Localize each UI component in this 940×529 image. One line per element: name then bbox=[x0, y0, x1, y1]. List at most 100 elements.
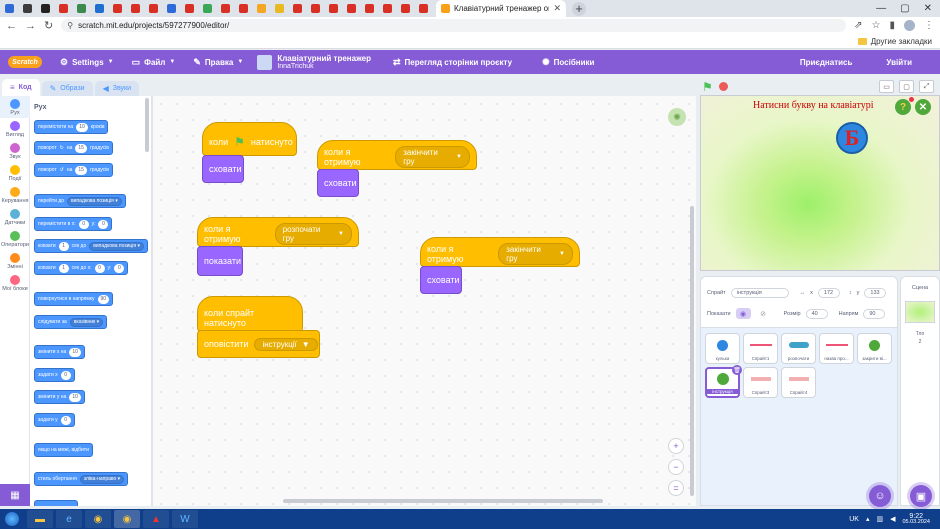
add-extension-button[interactable]: ▦ bbox=[0, 484, 30, 506]
block-input[interactable]: 1 bbox=[58, 241, 69, 251]
new-tab-button[interactable]: + bbox=[572, 1, 586, 16]
volume-icon[interactable]: ◀ bbox=[890, 515, 895, 523]
login-link[interactable]: Увійти bbox=[886, 58, 912, 67]
category-item[interactable]: Мої блоки bbox=[0, 272, 30, 294]
maximize-icon[interactable]: ▢ bbox=[900, 3, 909, 14]
stage-canvas[interactable]: Натисни букву на клавіатурі Б ? ✕ bbox=[700, 95, 940, 271]
browser-tab[interactable] bbox=[270, 0, 288, 17]
block-dropdown[interactable]: випадкова позиція ▾ bbox=[89, 241, 144, 251]
browser-tab[interactable] bbox=[342, 0, 360, 17]
point-direction-block[interactable]: повернутися в напрямку 90 bbox=[34, 292, 114, 306]
tab-code[interactable]: ≡ Код bbox=[2, 79, 40, 96]
file-menu[interactable]: ▭ Файл ▼ bbox=[132, 57, 176, 68]
block-input[interactable]: 15 bbox=[75, 165, 87, 175]
browser-tab[interactable] bbox=[360, 0, 378, 17]
turn-left-block[interactable]: поворот ↺ на 15 градусів bbox=[34, 163, 113, 177]
browser-menu-icon[interactable]: ⋮ bbox=[924, 20, 934, 31]
browser-tab[interactable] bbox=[162, 0, 180, 17]
rotation-style-block[interactable]: стиль обертання зліва-направо ▾ bbox=[34, 472, 129, 486]
browser-tab[interactable] bbox=[414, 0, 432, 17]
back-icon[interactable]: ← bbox=[6, 20, 17, 32]
project-page-button[interactable]: ⇄ Перегляд сторінки проєкту bbox=[393, 57, 512, 68]
block-input[interactable]: 15 bbox=[75, 143, 87, 153]
sprite-name-input[interactable]: інструкція bbox=[730, 288, 789, 298]
y-input[interactable]: 133 bbox=[864, 288, 887, 298]
palette-block-partial[interactable] bbox=[34, 500, 78, 506]
sprite-tile[interactable]: кулька bbox=[705, 333, 740, 364]
letter-ball-sprite[interactable]: Б bbox=[836, 122, 868, 154]
browser-tab[interactable] bbox=[18, 0, 36, 17]
block-dropdown[interactable]: вказівник ▾ bbox=[69, 317, 104, 327]
point-towards-block[interactable]: слідувати за вказівник ▾ bbox=[34, 315, 108, 329]
url-input[interactable]: ⚲ scratch.mit.edu/projects/597277900/edi… bbox=[61, 19, 847, 32]
browser-tab-active[interactable]: Клавіатурний тренажер on Scratch ✕ bbox=[436, 0, 566, 17]
glide-to-xy-block[interactable]: ковзати 1 сек до x: 0 y: 0 bbox=[34, 261, 129, 275]
browser-tab[interactable] bbox=[54, 0, 72, 17]
when-flag-clicked-hat[interactable]: коли ⚑ натиснуто bbox=[202, 122, 297, 156]
message-dropdown[interactable]: закінчити гру ▼ bbox=[498, 243, 573, 265]
green-flag-button[interactable]: ⚑ bbox=[702, 80, 713, 94]
clock[interactable]: 9:22 05.03.2024 bbox=[902, 513, 930, 526]
close-window-icon[interactable]: ✕ bbox=[924, 3, 932, 14]
profile-avatar[interactable] bbox=[904, 20, 915, 31]
block-input[interactable]: 0 bbox=[78, 219, 89, 229]
taskbar-pdf[interactable]: ▲ bbox=[143, 510, 169, 528]
delete-sprite-icon[interactable]: 🗑 bbox=[732, 365, 742, 375]
browser-tab[interactable] bbox=[126, 0, 144, 17]
when-receive-hat[interactable]: коли я отримую закінчити гру ▼ bbox=[317, 140, 477, 170]
bookmark-star-icon[interactable]: ☆ bbox=[872, 20, 881, 31]
when-sprite-clicked-hat[interactable]: коли спрайт натиснуто bbox=[197, 296, 303, 332]
block-input[interactable]: 90 bbox=[97, 294, 110, 304]
minimize-icon[interactable]: — bbox=[876, 3, 886, 14]
category-item[interactable]: Оператори bbox=[0, 228, 30, 250]
share-page-icon[interactable]: ⇗ bbox=[854, 20, 862, 31]
size-input[interactable]: 40 bbox=[805, 308, 828, 319]
block-dropdown[interactable]: зліва-направо ▾ bbox=[79, 474, 125, 484]
tutorials-button[interactable]: ✺ Посібники bbox=[542, 57, 594, 68]
browser-tab[interactable] bbox=[378, 0, 396, 17]
browser-tab[interactable] bbox=[144, 0, 162, 17]
sprite-tile[interactable]: інструкція 🗑 bbox=[705, 365, 742, 398]
browser-tab[interactable] bbox=[396, 0, 414, 17]
hide-eye-icon[interactable]: ⊘ bbox=[756, 308, 771, 319]
category-item[interactable]: Звук bbox=[0, 140, 30, 162]
question-sprite[interactable]: ? bbox=[895, 99, 911, 115]
small-stage-button[interactable]: ▭ bbox=[879, 80, 894, 93]
zoom-in-button[interactable]: + bbox=[668, 438, 684, 454]
sprite-tile[interactable]: Спрайт4 bbox=[781, 367, 816, 398]
lightbulb-icon[interactable]: ✺ bbox=[668, 108, 686, 126]
browser-tab[interactable] bbox=[90, 0, 108, 17]
project-title-area[interactable]: Клавіатурний тренажер InnaTrichuk bbox=[257, 54, 371, 70]
browser-tab[interactable] bbox=[216, 0, 234, 17]
category-item[interactable]: Події bbox=[0, 162, 30, 184]
script-horizontal-scrollbar[interactable] bbox=[283, 499, 603, 503]
taskbar-ie[interactable]: e bbox=[56, 510, 82, 528]
hide-block[interactable]: сховати bbox=[420, 266, 462, 294]
browser-tab[interactable] bbox=[0, 0, 18, 17]
when-receive-hat[interactable]: коли я отримую закінчити гру ▼ bbox=[420, 237, 580, 267]
when-receive-hat[interactable]: коли я отримую розпочати гру ▼ bbox=[197, 217, 359, 247]
block-input[interactable]: 10 bbox=[76, 122, 88, 132]
go-to-xy-block[interactable]: перемістити в x: 0 y: 0 bbox=[34, 217, 113, 231]
change-y-block[interactable]: змінити y на 10 bbox=[34, 390, 85, 404]
start-button[interactable] bbox=[0, 509, 24, 529]
browser-tab[interactable] bbox=[306, 0, 324, 17]
category-item[interactable]: Вигляд bbox=[0, 118, 30, 140]
zoom-out-button[interactable]: − bbox=[668, 459, 684, 475]
hide-block[interactable]: сховати bbox=[317, 169, 359, 197]
block-input[interactable]: 1 bbox=[58, 263, 69, 273]
stop-button[interactable] bbox=[718, 82, 728, 91]
message-dropdown[interactable]: закінчити гру ▼ bbox=[395, 146, 470, 168]
broadcast-block[interactable]: оповістити інструкції ▼ bbox=[197, 330, 320, 358]
language-indicator[interactable]: UK bbox=[849, 516, 859, 523]
taskbar-word[interactable]: W bbox=[172, 510, 198, 528]
close-sprite[interactable]: ✕ bbox=[915, 99, 931, 115]
block-input[interactable]: 0 bbox=[60, 415, 71, 425]
other-bookmarks-link[interactable]: Другие закладки bbox=[871, 37, 932, 46]
join-link[interactable]: Приєднатись bbox=[800, 58, 853, 67]
block-dropdown[interactable]: випадкова позиція ▾ bbox=[67, 196, 122, 206]
browser-tab[interactable] bbox=[180, 0, 198, 17]
x-input[interactable]: 172 bbox=[817, 288, 840, 298]
browser-tab[interactable] bbox=[72, 0, 90, 17]
zoom-reset-button[interactable]: = bbox=[668, 480, 684, 496]
